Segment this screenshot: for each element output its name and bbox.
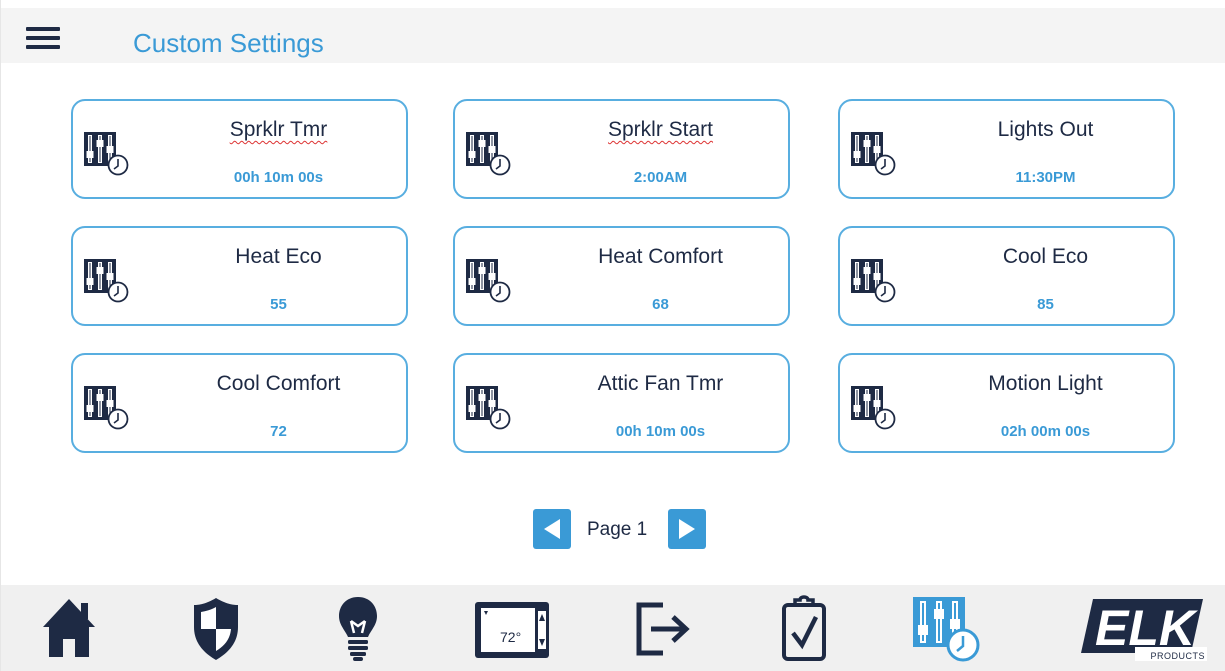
sliders-clock-icon <box>850 258 898 304</box>
pager: Page 1 <box>533 509 708 549</box>
hamburger-menu-icon[interactable] <box>26 27 60 51</box>
setting-name: Heat Comfort <box>598 245 723 268</box>
lightbulb-icon <box>339 597 377 661</box>
home-icon <box>43 599 95 657</box>
setting-value: 00h 10m 00s <box>233 169 324 186</box>
sliders-clock-icon <box>83 385 131 431</box>
setting-value: 11:30PM <box>1015 169 1076 186</box>
shield-icon <box>194 598 238 660</box>
setting-value: 55 <box>270 296 287 313</box>
sliders-clock-icon <box>465 385 513 431</box>
exit-arrow-icon <box>636 602 690 656</box>
app-frame: Custom Settings Sprklr Tmr 00h 10m 00s Sp… <box>0 0 1225 671</box>
arrow-right-icon[interactable] <box>668 509 706 549</box>
thermostat-reading: 72° <box>500 629 522 645</box>
setting-tile[interactable]: Motion Light 02h 00m 00s <box>838 353 1175 453</box>
setting-name: Heat Eco <box>235 245 322 268</box>
setting-name: Attic Fan Tmr <box>597 372 724 395</box>
setting-name: Sprklr Tmr <box>229 118 328 141</box>
nav-tasks-button[interactable] <box>779 585 829 671</box>
setting-name: Cool Eco <box>1002 245 1089 268</box>
sliders-clock-icon <box>850 385 898 431</box>
nav-security-button[interactable] <box>186 585 246 671</box>
nav-thermostat-button[interactable]: 72° <box>474 585 550 671</box>
clipboard-check-icon <box>782 595 826 661</box>
setting-name: Motion Light <box>988 372 1103 395</box>
sliders-clock-icon <box>465 131 513 177</box>
elk-tagline: PRODUCTS <box>1150 651 1205 661</box>
sliders-clock-icon <box>913 597 980 662</box>
setting-tile[interactable]: Attic Fan Tmr 00h 10m 00s <box>453 353 790 453</box>
setting-tile[interactable]: Cool Comfort 72 <box>71 353 408 453</box>
setting-tile[interactable]: Heat Eco 55 <box>71 226 408 326</box>
header-bar: Custom Settings <box>1 8 1225 63</box>
sliders-clock-icon <box>83 131 131 177</box>
elk-logo: ELK PRODUCTS <box>1081 595 1207 661</box>
setting-value: 85 <box>1037 296 1054 313</box>
setting-value: 02h 00m 00s <box>1000 423 1091 440</box>
setting-tile[interactable]: Cool Eco 85 <box>838 226 1175 326</box>
setting-name: Sprklr Start <box>607 118 714 141</box>
nav-home-button[interactable] <box>37 585 101 671</box>
sliders-clock-icon <box>465 258 513 304</box>
nav-custom-settings-button[interactable] <box>909 585 987 671</box>
setting-name: Lights Out <box>997 118 1094 141</box>
setting-value: 72 <box>270 423 287 440</box>
sliders-clock-icon <box>850 131 898 177</box>
page-indicator: Page 1 <box>587 519 648 540</box>
setting-value: 00h 10m 00s <box>615 423 706 440</box>
setting-tile[interactable]: Heat Comfort 68 <box>453 226 790 326</box>
setting-tile[interactable]: Sprklr Start 2:00AM <box>453 99 790 199</box>
setting-tile[interactable]: Sprklr Tmr 00h 10m 00s <box>71 99 408 199</box>
setting-value: 68 <box>652 296 669 313</box>
nav-lighting-button[interactable] <box>333 585 383 671</box>
page-title: Custom Settings <box>133 28 324 58</box>
setting-value: 2:00AM <box>633 169 688 186</box>
bottom-nav-bar: 72° ELK PRODUCTS <box>1 585 1225 671</box>
sliders-clock-icon <box>83 258 131 304</box>
nav-exit-button[interactable] <box>633 585 691 671</box>
setting-tile[interactable]: Lights Out 11:30PM <box>838 99 1175 199</box>
setting-name: Cool Comfort <box>216 372 341 395</box>
arrow-left-icon[interactable] <box>533 509 571 549</box>
